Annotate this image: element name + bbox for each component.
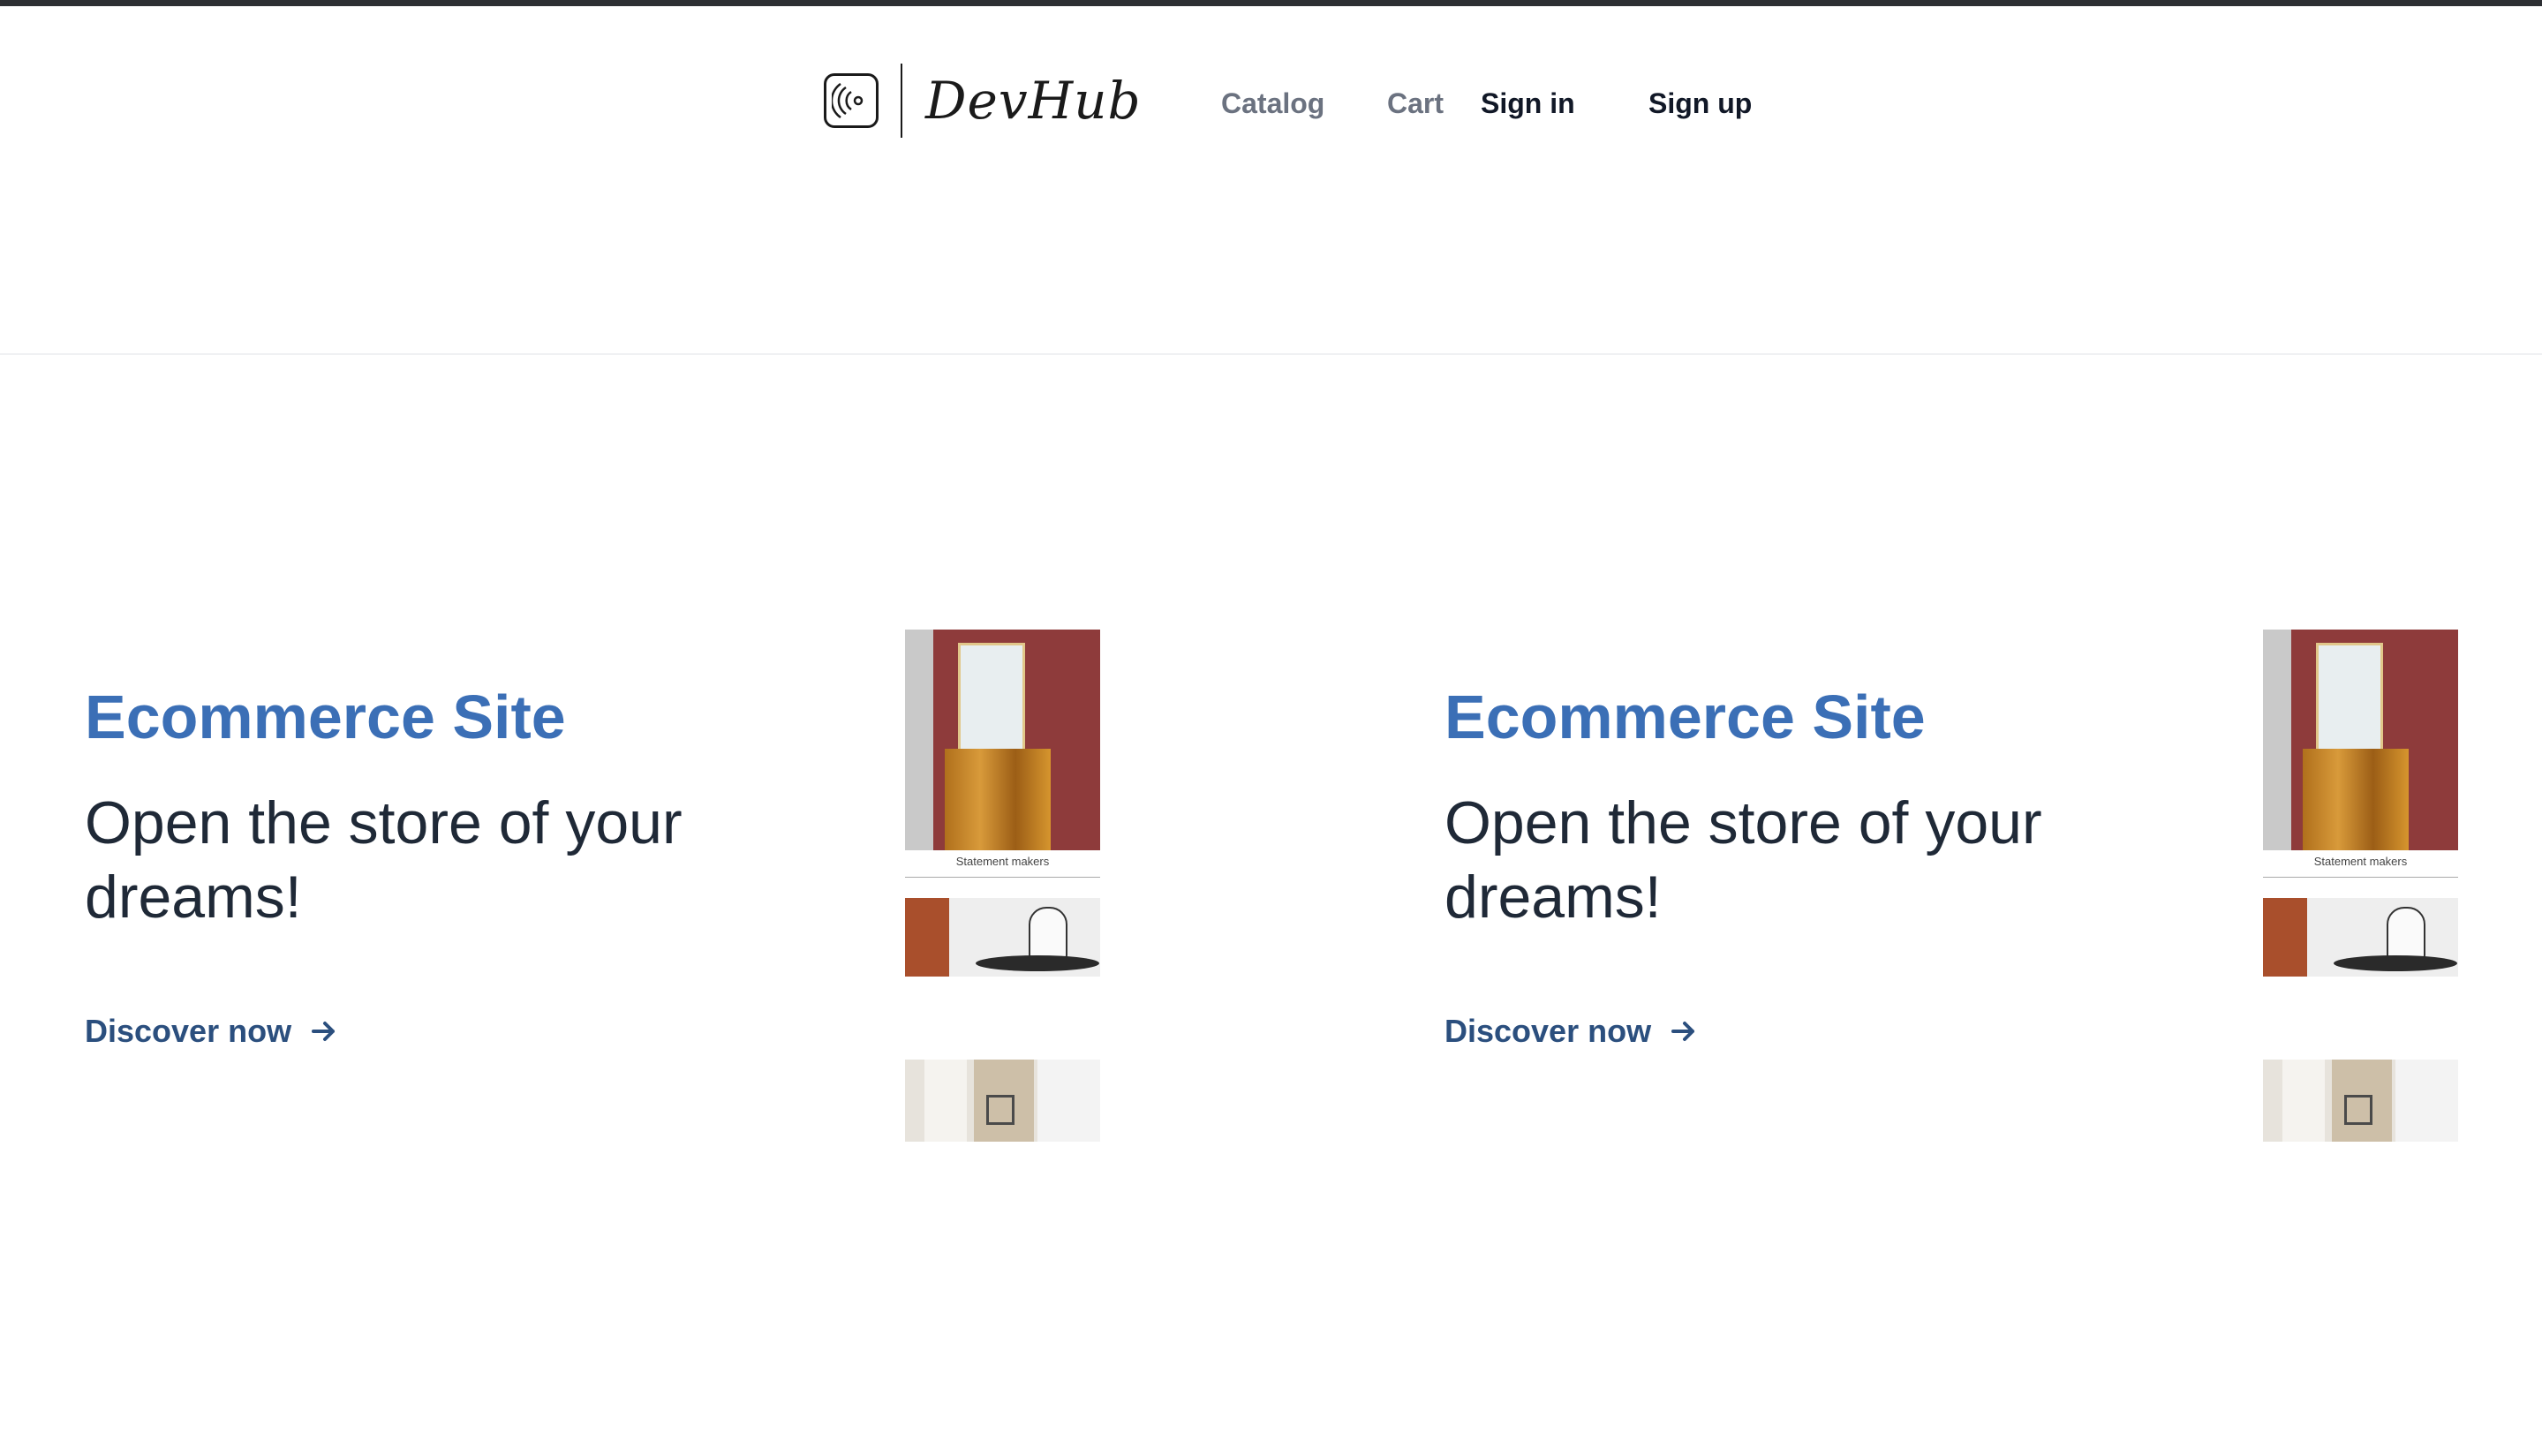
broadcast-icon — [824, 73, 879, 128]
discover-now-link[interactable]: Discover now — [85, 1013, 337, 1050]
preview-photo-living — [2263, 898, 2458, 977]
nav-cart-link[interactable]: Cart — [1387, 86, 1444, 121]
preview-caption: Statement makers — [905, 855, 1100, 878]
feature-card: Ecommerce Site Open the store of your dr… — [1444, 618, 2542, 1148]
nav-catalog-link[interactable]: Catalog — [1221, 86, 1324, 121]
nav-sign-up-link[interactable]: Sign up — [1648, 86, 1752, 121]
logo-divider — [901, 64, 902, 138]
preview-photo-console — [905, 630, 1100, 850]
preview-photo-console — [2263, 630, 2458, 850]
card-subtitle: Open the store of your dreams! — [85, 789, 683, 931]
card-subtitle: Open the store of your dreams! — [1444, 789, 2042, 931]
preview-photo-interior — [905, 1060, 1100, 1142]
feature-card: Ecommerce Site Open the store of your dr… — [85, 618, 1444, 1148]
preview-photo-living — [905, 898, 1100, 977]
discover-now-label: Discover now — [1444, 1013, 1652, 1049]
card-title: Ecommerce Site — [1444, 683, 1926, 751]
arrow-right-icon — [1671, 1022, 1695, 1041]
brand-logo[interactable]: DevHub — [824, 61, 1142, 140]
site-header: DevHub Catalog Cart Sign in Sign up — [0, 6, 2542, 355]
brand-name: DevHub — [925, 71, 1142, 131]
preview-photo-interior — [2263, 1060, 2458, 1142]
discover-now-label: Discover now — [85, 1013, 292, 1049]
card-title: Ecommerce Site — [85, 683, 566, 751]
discover-now-link[interactable]: Discover now — [1444, 1013, 1697, 1050]
catalog-preview-image: Statement makers — [2263, 618, 2458, 1142]
top-border — [0, 0, 2542, 6]
preview-caption: Statement makers — [2263, 855, 2458, 878]
arrow-right-icon — [312, 1022, 336, 1041]
nav-sign-in-link[interactable]: Sign in — [1481, 86, 1575, 121]
catalog-preview-image: Statement makers — [905, 618, 1100, 1142]
